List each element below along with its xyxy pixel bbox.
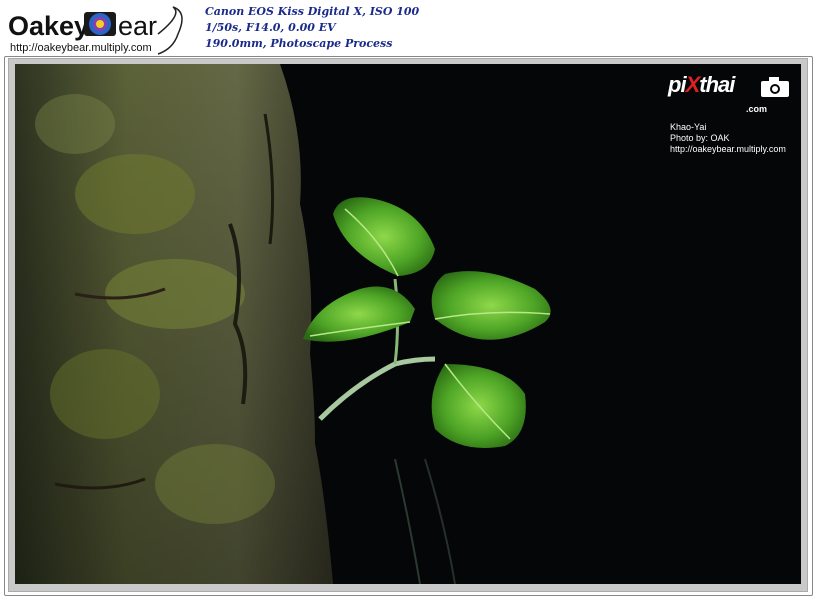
exif-lens: 190.0mm, Photoscape Process <box>205 37 393 50</box>
logo-word-ear: ear <box>118 11 157 41</box>
exif-info: Canon EOS Kiss Digital X, ISO 100 1/50s,… <box>205 4 419 52</box>
exif-camera: Canon EOS Kiss Digital X, ISO 100 <box>205 5 420 18</box>
camera-icon <box>761 77 789 97</box>
logo-url: http://oakeybear.multiply.com <box>10 42 152 54</box>
watermark-credit: Photo by: OAK <box>670 133 730 143</box>
watermark: piXthai .com Khao-Yai Photo by: OAK http… <box>668 72 793 162</box>
watermark-brand-x: X <box>685 72 701 97</box>
header: Oakey ear http://oakeybear.multiply.com … <box>0 0 820 58</box>
logo-word-oakey: Oakey <box>8 11 89 41</box>
logo: Oakey ear http://oakeybear.multiply.com <box>8 4 183 56</box>
watermark-brand-right: thai <box>699 72 735 97</box>
watermark-brand-left: pi <box>668 72 687 97</box>
watermark-brand: piXthai <box>668 72 735 98</box>
exif-exposure: 1/50s, F14.0, 0.00 EV <box>205 21 336 34</box>
watermark-url: http://oakeybear.multiply.com <box>670 144 786 154</box>
watermark-suffix: .com <box>746 104 768 114</box>
watermark-location: Khao-Yai <box>670 122 707 132</box>
